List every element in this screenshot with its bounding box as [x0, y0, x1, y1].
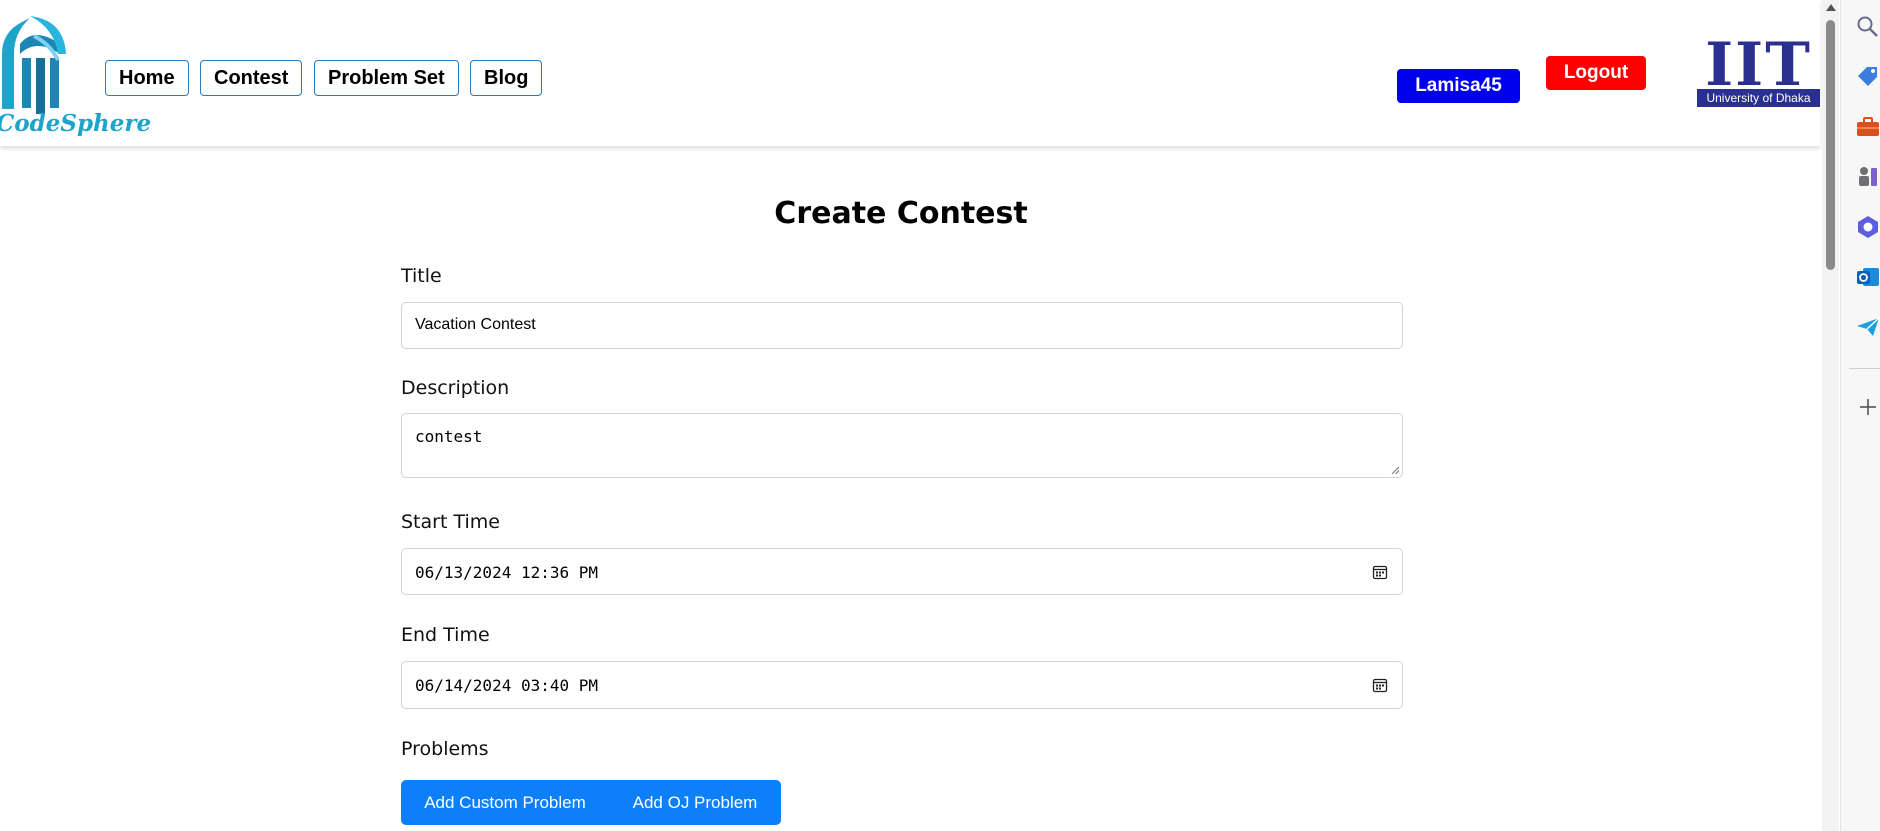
- user-profile-button[interactable]: Lamisa45: [1397, 69, 1520, 103]
- end-time-value: 06/14/2024 03:40 PM: [415, 676, 599, 695]
- description-textarea-value: contest: [415, 427, 483, 446]
- end-time-input[interactable]: 06/14/2024 03:40 PM: [401, 661, 1403, 709]
- scrollbar-thumb[interactable]: [1826, 20, 1835, 270]
- title-label: Title: [401, 265, 442, 287]
- iit-logo-subtitle: University of Dhaka: [1697, 89, 1820, 107]
- start-time-label: Start Time: [401, 511, 500, 533]
- nav-home-button[interactable]: Home: [105, 60, 189, 96]
- end-time-label: End Time: [401, 624, 490, 646]
- nav-blog-button[interactable]: Blog: [470, 60, 543, 96]
- page-scrollbar[interactable]: [1822, 0, 1839, 831]
- add-custom-problem-button[interactable]: Add Custom Problem: [401, 780, 609, 825]
- calendar-icon[interactable]: [1372, 677, 1388, 693]
- tag-icon[interactable]: [1855, 64, 1880, 90]
- page-title: Create Contest: [774, 196, 1028, 231]
- site-header: CodeSphere Home Contest Problem Set Blog…: [0, 0, 1820, 147]
- briefcase-icon[interactable]: [1855, 114, 1880, 140]
- description-textarea[interactable]: contest: [401, 413, 1403, 478]
- nav-contest-button[interactable]: Contest: [200, 60, 303, 96]
- outlook-icon[interactable]: [1855, 264, 1880, 290]
- brand-name: CodeSphere: [0, 110, 152, 137]
- nav-problem-set-button[interactable]: Problem Set: [314, 60, 459, 96]
- browser-side-panel: [1840, 0, 1880, 831]
- side-panel-divider: [1849, 368, 1880, 369]
- search-icon[interactable]: [1855, 14, 1880, 40]
- title-input-value: Vacation Contest: [415, 316, 536, 333]
- resize-grip-icon[interactable]: [1391, 466, 1399, 474]
- start-time-value: 06/13/2024 12:36 PM: [415, 563, 599, 582]
- description-label: Description: [401, 377, 510, 399]
- chess-icon[interactable]: [1855, 164, 1880, 190]
- send-icon[interactable]: [1855, 314, 1880, 340]
- scroll-up-arrow-icon[interactable]: [1826, 4, 1836, 11]
- add-icon[interactable]: [1855, 394, 1880, 420]
- add-oj-problem-button[interactable]: Add OJ Problem: [609, 780, 781, 825]
- logout-button[interactable]: Logout: [1546, 56, 1646, 90]
- iit-logo: IIT University of Dhaka: [1697, 30, 1820, 108]
- problems-label: Problems: [401, 738, 489, 760]
- calendar-icon[interactable]: [1372, 564, 1388, 580]
- copilot-icon[interactable]: [1855, 214, 1880, 240]
- start-time-input[interactable]: 06/13/2024 12:36 PM: [401, 548, 1403, 595]
- pillar-logo-icon: [2, 16, 66, 114]
- title-input[interactable]: Vacation Contest: [401, 302, 1403, 349]
- codesphere-logo[interactable]: CodeSphere: [0, 14, 151, 137]
